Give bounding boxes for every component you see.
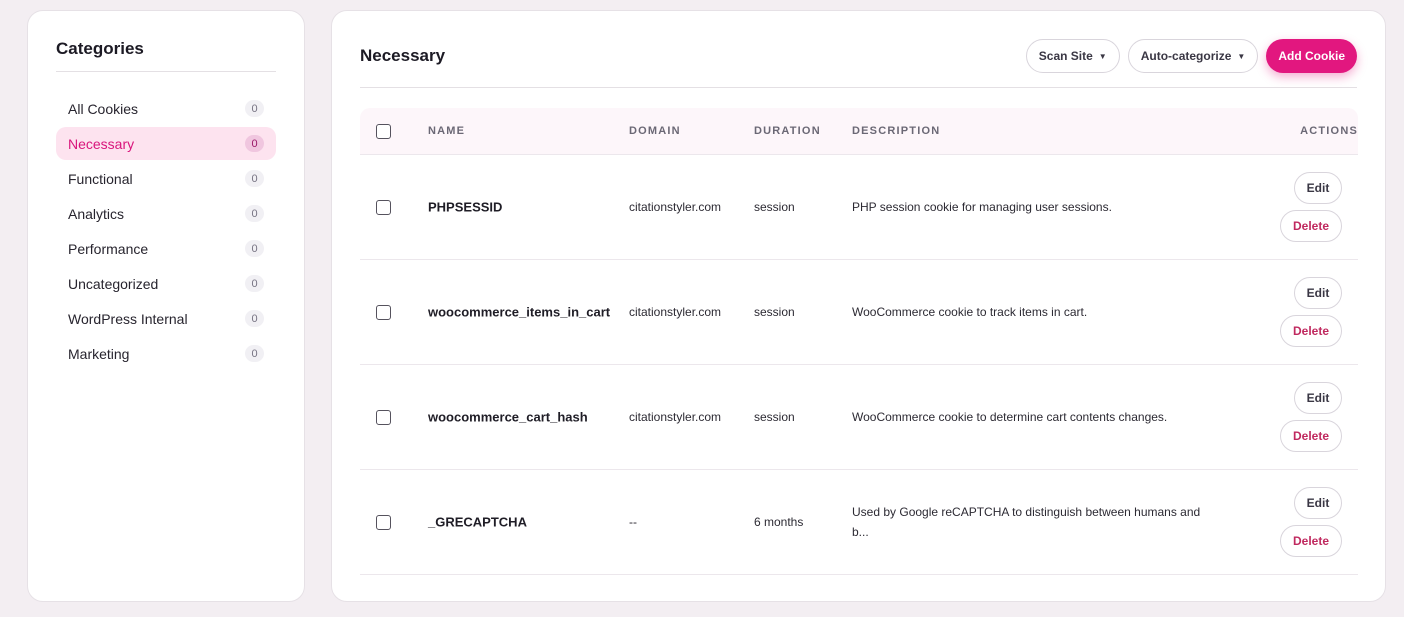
cookie-name: woocommerce_items_in_cart bbox=[428, 304, 611, 320]
auto-categorize-button[interactable]: Auto-categorize ▼ bbox=[1127, 39, 1259, 73]
delete-button[interactable]: Delete bbox=[1280, 525, 1342, 557]
category-label: WordPress Internal bbox=[68, 310, 188, 327]
delete-button[interactable]: Delete bbox=[1280, 315, 1342, 347]
cookie-description: Used by Google reCAPTCHA to distinguish … bbox=[852, 505, 1201, 539]
cookies-panel: Necessary Scan Site ▼ Auto-categorize ▼ … bbox=[331, 10, 1386, 602]
category-label: Marketing bbox=[68, 345, 130, 362]
edit-button[interactable]: Edit bbox=[1294, 172, 1342, 204]
table-row: _GRECAPTCHA -- 6 months Used by Google r… bbox=[360, 470, 1358, 575]
cookie-description: PHP session cookie for managing user ses… bbox=[852, 200, 1112, 214]
row-actions: Edit Delete bbox=[1280, 382, 1342, 452]
category-label: All Cookies bbox=[68, 100, 139, 117]
table-header: Name Domain Duration Description Actions bbox=[360, 108, 1358, 155]
cookies-table: Name Domain Duration Description Actions… bbox=[360, 108, 1358, 575]
cookie-duration: session bbox=[754, 305, 795, 319]
cookie-description: WooCommerce cookie to track items in car… bbox=[852, 305, 1088, 319]
row-actions: Edit Delete bbox=[1280, 172, 1342, 242]
category-item-performance[interactable]: Performance 0 bbox=[56, 232, 276, 265]
edit-button[interactable]: Edit bbox=[1294, 277, 1342, 309]
edit-button[interactable]: Edit bbox=[1294, 382, 1342, 414]
category-count-badge: 0 bbox=[245, 170, 264, 187]
category-label: Functional bbox=[68, 170, 133, 187]
category-count-badge: 0 bbox=[245, 345, 264, 362]
category-list: All Cookies 0 Necessary 0 Functional 0 A… bbox=[56, 92, 276, 370]
add-cookie-button[interactable]: Add Cookie bbox=[1266, 39, 1357, 73]
cookie-name: woocommerce_cart_hash bbox=[428, 409, 588, 425]
cookie-domain: citationstyler.com bbox=[629, 410, 722, 424]
category-item-analytics[interactable]: Analytics 0 bbox=[56, 197, 276, 230]
panel-header: Necessary Scan Site ▼ Auto-categorize ▼ … bbox=[360, 11, 1357, 88]
category-label: Performance bbox=[68, 240, 149, 257]
category-item-all-cookies[interactable]: All Cookies 0 bbox=[56, 92, 276, 125]
column-header-description: Description bbox=[852, 125, 941, 137]
cookie-description: WooCommerce cookie to determine cart con… bbox=[852, 410, 1168, 424]
category-item-uncategorized[interactable]: Uncategorized 0 bbox=[56, 267, 276, 300]
cookie-duration: session bbox=[754, 410, 795, 424]
row-checkbox[interactable] bbox=[376, 200, 391, 215]
category-count-badge: 0 bbox=[245, 205, 264, 222]
caret-down-icon: ▼ bbox=[1098, 51, 1107, 61]
column-header-duration: Duration bbox=[754, 125, 821, 137]
categories-sidebar: Categories All Cookies 0 Necessary 0 Fun… bbox=[27, 10, 305, 602]
cookie-name: _GRECAPTCHA bbox=[428, 514, 527, 530]
row-checkbox[interactable] bbox=[376, 410, 391, 425]
cookie-duration: session bbox=[754, 200, 795, 214]
cookie-name: PHPSESSID bbox=[428, 199, 503, 215]
cookie-domain: -- bbox=[629, 515, 637, 529]
scan-site-label: Scan Site bbox=[1038, 49, 1093, 63]
category-count-badge: 0 bbox=[245, 135, 264, 152]
delete-button[interactable]: Delete bbox=[1280, 210, 1342, 242]
cookie-domain: citationstyler.com bbox=[629, 305, 722, 319]
category-label: Uncategorized bbox=[68, 275, 159, 292]
category-item-marketing[interactable]: Marketing 0 bbox=[56, 337, 276, 370]
row-actions: Edit Delete bbox=[1280, 487, 1342, 557]
row-checkbox[interactable] bbox=[376, 515, 391, 530]
table-row: woocommerce_items_in_cart citationstyler… bbox=[360, 260, 1358, 365]
category-count-badge: 0 bbox=[245, 310, 264, 327]
table-row: PHPSESSID citationstyler.com session PHP… bbox=[360, 155, 1358, 260]
table-row: woocommerce_cart_hash citationstyler.com… bbox=[360, 365, 1358, 470]
category-count-badge: 0 bbox=[245, 240, 264, 257]
sidebar-title: Categories bbox=[56, 39, 276, 72]
column-header-domain: Domain bbox=[629, 125, 681, 137]
row-actions: Edit Delete bbox=[1280, 277, 1342, 347]
page-title: Necessary bbox=[360, 46, 446, 65]
scan-site-button[interactable]: Scan Site ▼ bbox=[1025, 39, 1120, 73]
category-label: Analytics bbox=[68, 205, 125, 222]
toolbar: Scan Site ▼ Auto-categorize ▼ Add Cookie bbox=[1025, 39, 1357, 73]
category-label: Necessary bbox=[68, 135, 135, 152]
select-all-checkbox[interactable] bbox=[376, 124, 391, 139]
column-header-name: Name bbox=[428, 125, 466, 137]
delete-button[interactable]: Delete bbox=[1280, 420, 1342, 452]
edit-button[interactable]: Edit bbox=[1294, 487, 1342, 519]
category-item-wordpress-internal[interactable]: WordPress Internal 0 bbox=[56, 302, 276, 335]
row-checkbox[interactable] bbox=[376, 305, 391, 320]
category-item-functional[interactable]: Functional 0 bbox=[56, 162, 276, 195]
category-count-badge: 0 bbox=[245, 275, 264, 292]
column-header-actions: Actions bbox=[1300, 125, 1358, 137]
auto-categorize-label: Auto-categorize bbox=[1140, 49, 1232, 63]
caret-down-icon: ▼ bbox=[1237, 51, 1246, 61]
cookie-duration: 6 months bbox=[754, 515, 804, 529]
cookie-domain: citationstyler.com bbox=[629, 200, 722, 214]
category-item-necessary[interactable]: Necessary 0 bbox=[56, 127, 276, 160]
category-count-badge: 0 bbox=[245, 100, 264, 117]
